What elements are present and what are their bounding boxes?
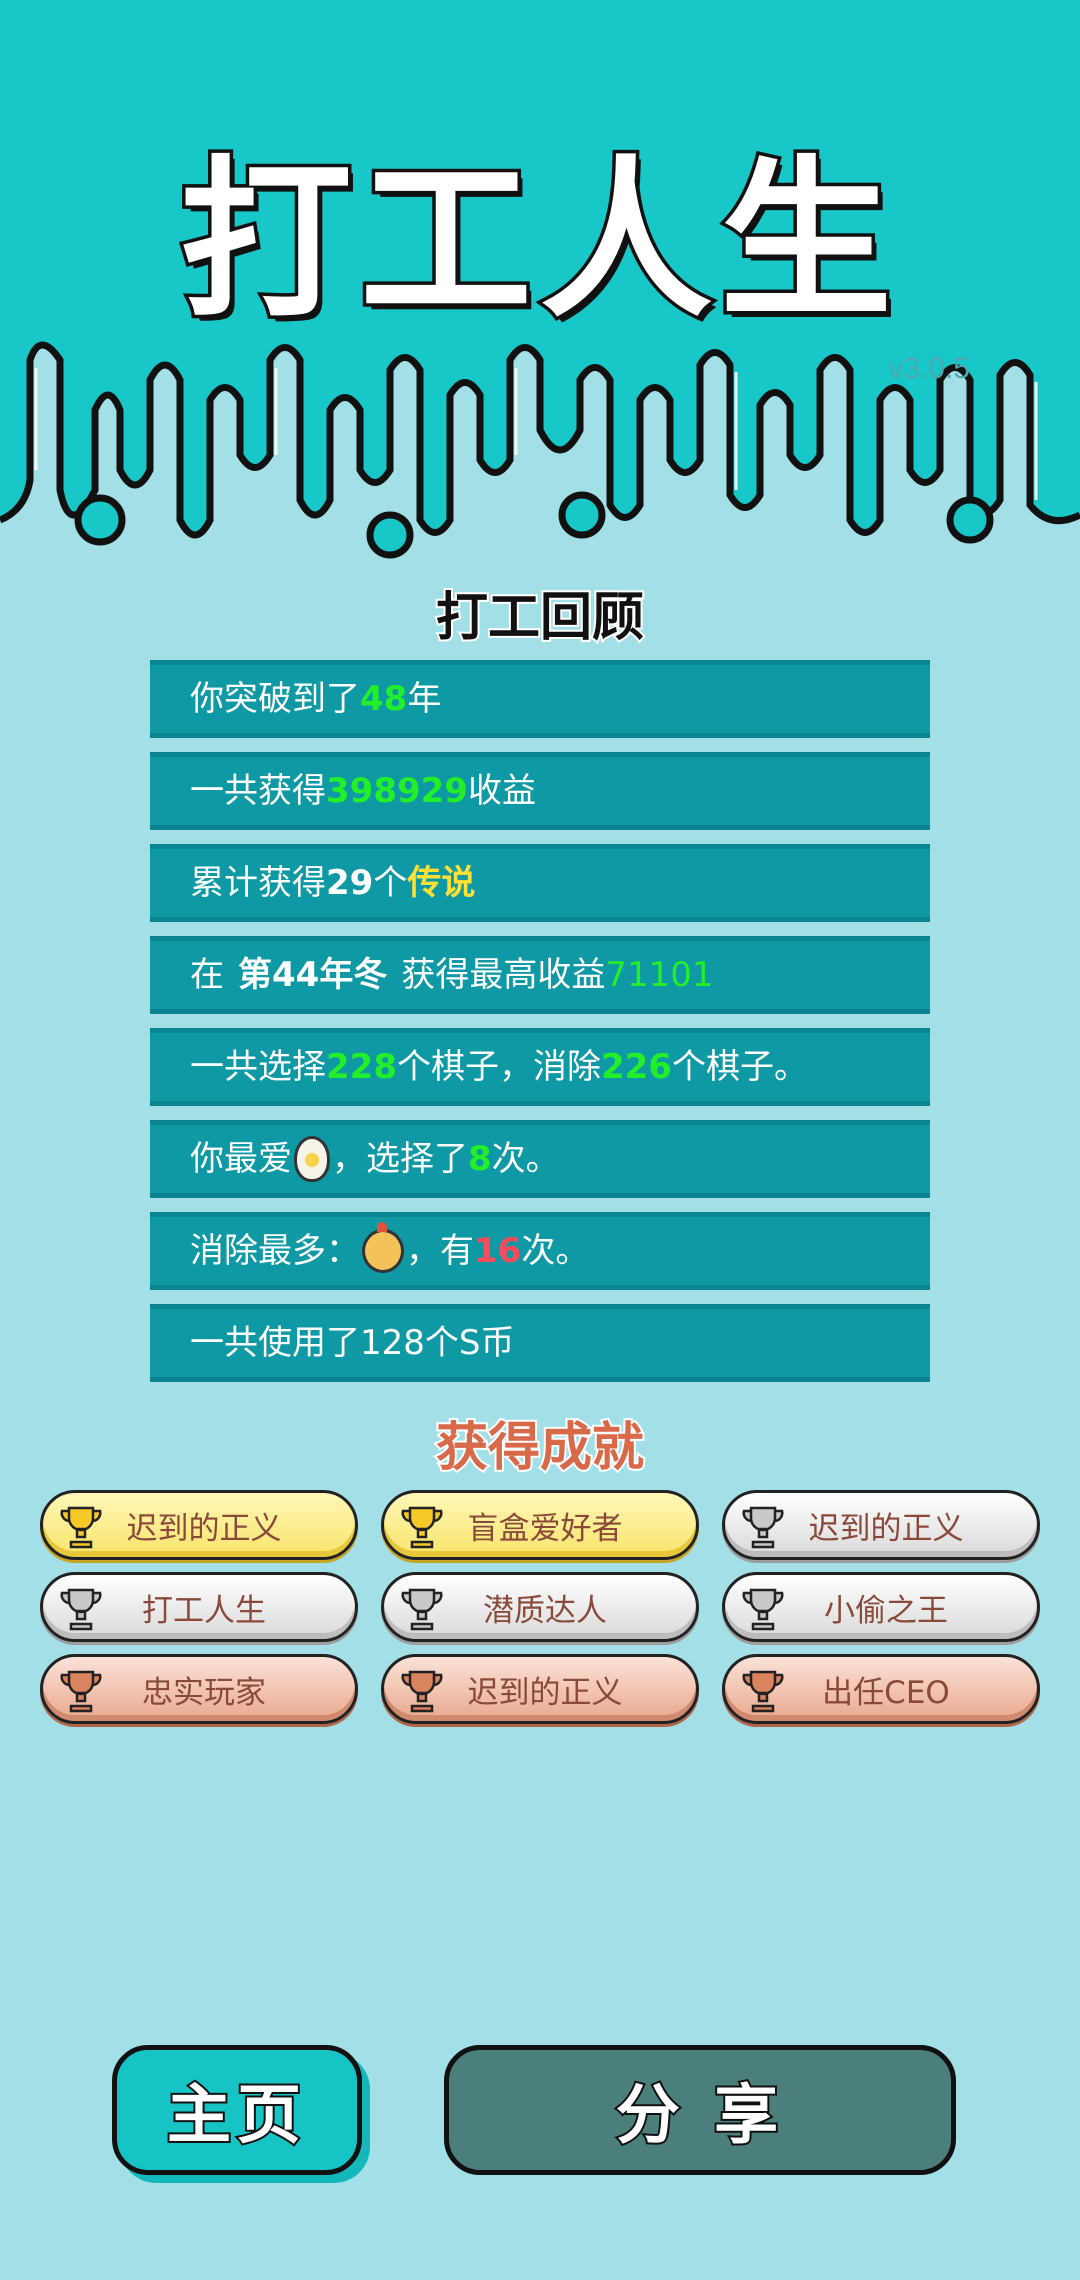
achievement-badge[interactable]: 迟到的正义 [722,1490,1040,1560]
stat-text: 你最爱 [190,1139,292,1179]
stat-row-years: 你突破到了 48 年 [150,660,930,738]
chick-icon [362,1222,404,1273]
season-label: 第44年冬 [238,955,388,995]
stat-text: 一共使用了128个S币 [190,1323,515,1363]
stat-text: 个 [373,863,408,903]
stat-text: 累计获得 [190,863,326,903]
achievement-label: 潜质达人 [483,1592,607,1629]
stat-row-income: 一共获得 398929 收益 [150,752,930,830]
stat-row-most-cleared: 消除最多： ，有 16 次。 [150,1212,930,1290]
stat-value: 398929 [326,771,468,811]
achievement-badge[interactable]: 小偷之王 [722,1572,1040,1642]
achievement-label: 出任CEO [822,1674,950,1711]
legend-tag: 传说 [407,863,476,903]
trophy-icon [60,1588,102,1631]
stat-text: 一共获得 [190,771,326,811]
version-label: v3.0.5 [888,352,970,385]
achievement-badge[interactable]: 出任CEO [722,1654,1040,1724]
home-button[interactable]: 主页 [112,2045,362,2175]
achievement-badge[interactable]: 潜质达人 [381,1572,699,1642]
stat-text: ，有 [406,1231,474,1271]
achievement-label: 盲盒爱好者 [467,1510,623,1547]
achievement-label: 迟到的正义 [467,1674,623,1711]
achievement-badge[interactable]: 盲盒爱好者 [381,1490,699,1560]
share-button[interactable]: 分 享 [444,2045,956,2175]
stat-row-legend: 累计获得 29 个传说 [150,844,930,922]
review-title: 打工回顾 [434,586,646,650]
stat-value: 16 [474,1231,522,1271]
stat-text: 在 [190,955,224,995]
stat-text: 你突破到了 [190,679,360,719]
stat-row-favorite: 你最爱 ，选择了 8 次。 [150,1120,930,1198]
trophy-icon [401,1670,443,1713]
achievement-grid: 迟到的正义 盲盒爱好者 迟到的正义 打工人生 潜质达人 小偷之王 忠实玩家 迟到… [40,1490,1040,1724]
trophy-icon [401,1506,443,1549]
achievements-title: 获得成就 [434,1416,646,1480]
stat-text: 次。 [521,1231,590,1271]
stat-text: 一共选择 [190,1047,326,1087]
stat-text: 个棋子，消除 [396,1047,601,1087]
trophy-icon [742,1670,784,1713]
trophy-icon [60,1506,102,1549]
achievement-badge[interactable]: 迟到的正义 [40,1490,358,1560]
stat-value: 226 [600,1047,672,1087]
achievement-label: 打工人生 [142,1592,266,1629]
trophy-icon [60,1670,102,1713]
stat-text: 获得最高收益 [401,955,606,995]
stat-row-coins: 一共使用了128个S币 [150,1304,930,1382]
stat-value: 71101 [605,955,714,995]
egg-icon [294,1136,330,1182]
achievement-label: 小偷之王 [824,1592,948,1629]
stat-text: 次。 [491,1139,560,1179]
stat-row-best-season: 在第44年冬 获得最高收益 71101 [150,936,930,1014]
stat-text: ，选择了 [332,1139,468,1179]
achievement-label: 迟到的正义 [126,1510,282,1547]
stat-value: 8 [468,1139,492,1179]
stat-text: 个棋子。 [671,1047,808,1087]
trophy-icon [401,1588,443,1631]
stat-text: 收益 [467,771,536,811]
trophy-icon [742,1588,784,1631]
stat-text: 消除最多： [190,1231,360,1271]
stat-value: 29 [326,863,374,903]
trophy-icon [742,1506,784,1549]
header: 打工人生 v3.0.5 [0,0,1080,560]
stat-value: 48 [360,679,408,719]
stat-text: 年 [407,679,442,719]
achievement-badge[interactable]: 迟到的正义 [381,1654,699,1724]
game-title: 打工人生 [177,137,900,345]
review-list: 你突破到了 48 年 一共获得 398929 收益 累计获得 29 个传说 在第44年冬 获得… [150,660,930,1396]
stat-row-pieces: 一共选择 228 个棋子，消除 226 个棋子。 [150,1028,930,1106]
achievement-badge[interactable]: 忠实玩家 [40,1654,358,1724]
achievement-label: 迟到的正义 [808,1510,964,1547]
achievement-badge[interactable]: 打工人生 [40,1572,358,1642]
achievement-label: 忠实玩家 [142,1674,266,1711]
stat-value: 228 [326,1047,397,1087]
